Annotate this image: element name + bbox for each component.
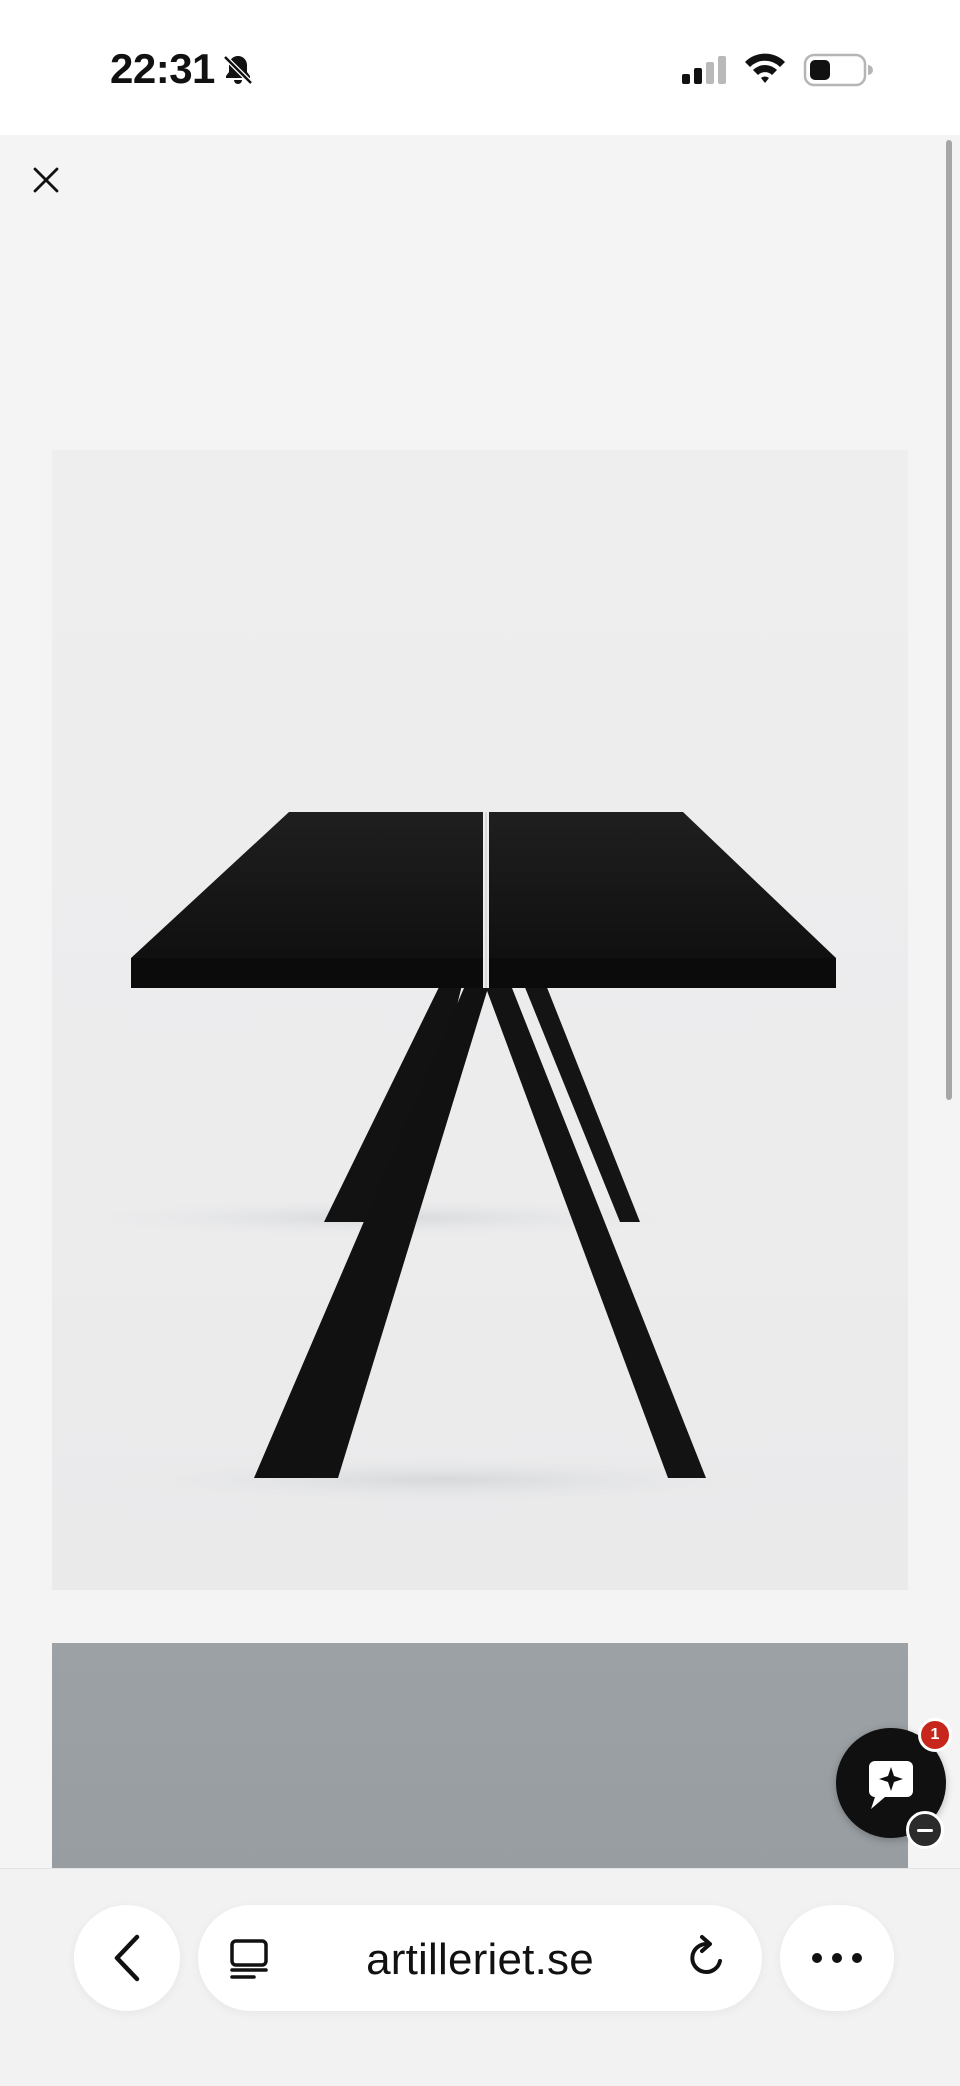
chevron-left-icon (114, 1934, 140, 1982)
bell-slash-icon (223, 55, 253, 85)
chat-sparkle-icon (869, 1761, 913, 1809)
close-button[interactable] (26, 160, 66, 200)
minus-icon (917, 1828, 933, 1832)
url-text[interactable]: artilleriet.se (288, 1935, 672, 1985)
cellular-signal-icon (682, 56, 726, 84)
address-bar[interactable]: artilleriet.se (198, 1905, 762, 2011)
wifi-icon (745, 53, 785, 83)
product-image-grey[interactable] (52, 1643, 908, 1873)
status-time: 22:31 (110, 45, 215, 92)
more-dot (832, 1953, 842, 1963)
screen: 22:31 1 artilleriet.se (0, 0, 960, 2086)
more-button[interactable] (780, 1905, 894, 2011)
reload-icon[interactable] (682, 1933, 732, 1983)
more-dot (852, 1953, 862, 1963)
product-image-table[interactable] (52, 450, 908, 1590)
close-icon (33, 167, 59, 193)
tabs-icon (230, 1939, 268, 1979)
status-bar: 22:31 (0, 0, 960, 135)
more-dot (812, 1953, 822, 1963)
chat-minimize-button[interactable] (906, 1811, 944, 1849)
battery-icon (803, 53, 873, 87)
black-table-illustration (82, 812, 836, 1504)
back-button[interactable] (74, 1905, 180, 2011)
chat-notification-badge: 1 (918, 1718, 952, 1752)
scrollbar-thumb[interactable] (946, 140, 952, 1100)
